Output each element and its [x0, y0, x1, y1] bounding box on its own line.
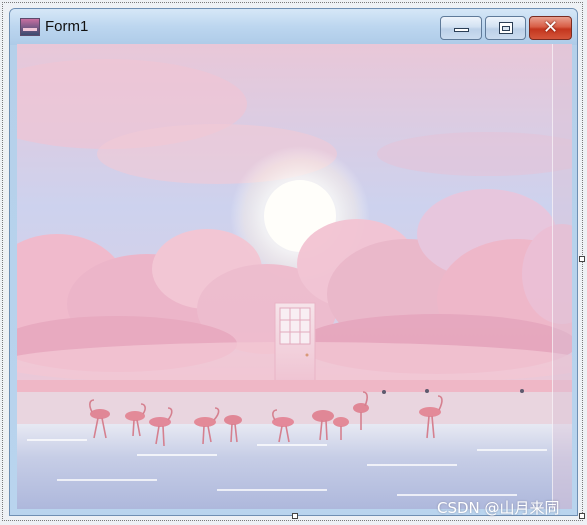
minimize-icon	[453, 28, 469, 32]
form-client-area[interactable]	[17, 44, 572, 509]
background-image	[17, 44, 572, 509]
csdn-watermark: CSDN @山月来同	[437, 499, 560, 517]
minimize-button[interactable]	[440, 16, 482, 40]
resize-handle-corner[interactable]	[579, 513, 585, 519]
resize-handle-right[interactable]	[579, 256, 585, 262]
maximize-button[interactable]	[485, 16, 526, 40]
close-button[interactable]: ✕	[529, 16, 572, 40]
resize-handle-bottom[interactable]	[292, 513, 298, 519]
form-window: Form1 ✕	[9, 8, 578, 516]
title-bar[interactable]: Form1 ✕	[10, 9, 577, 45]
maximize-icon	[498, 22, 513, 34]
form-app-icon	[20, 18, 40, 36]
close-icon: ✕	[542, 17, 559, 38]
window-title: Form1	[45, 18, 89, 35]
